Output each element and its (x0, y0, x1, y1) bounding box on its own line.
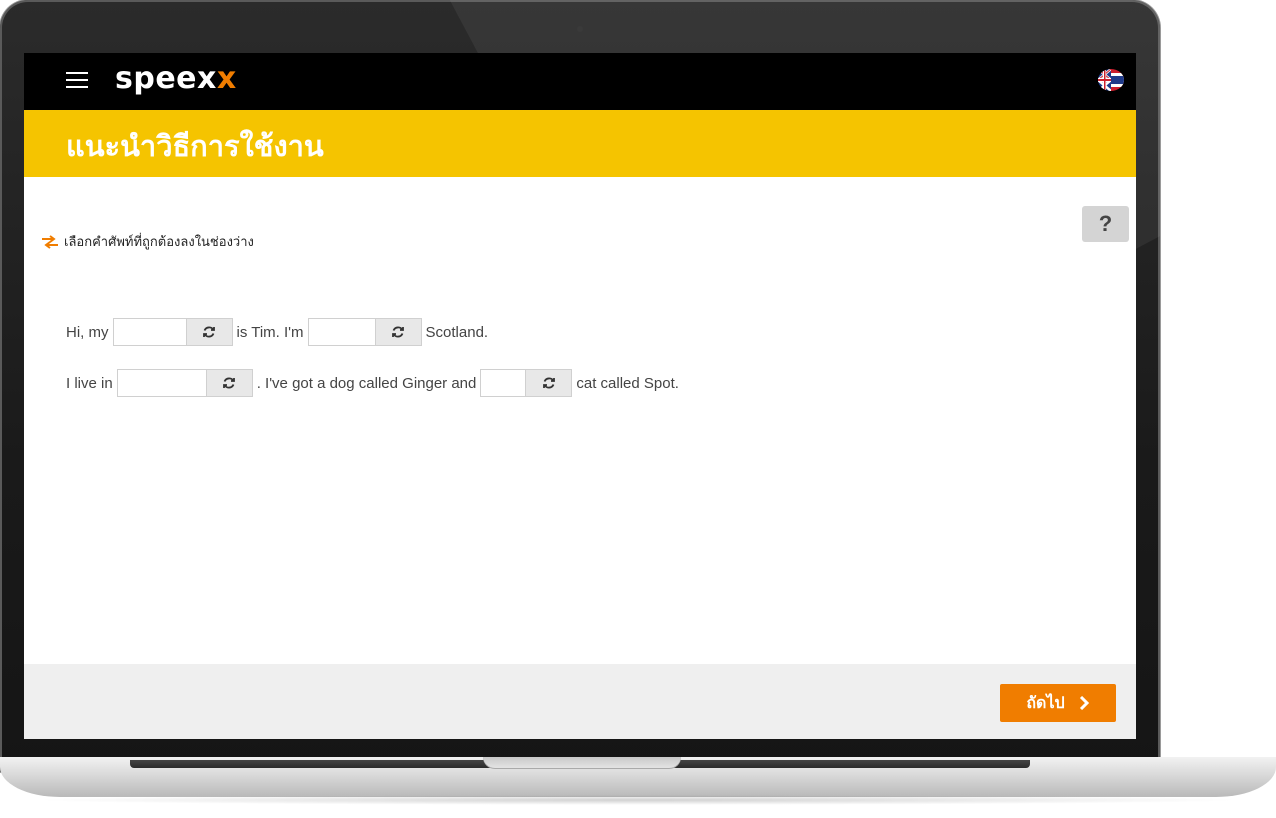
sentence-text: is Tim. I'm (236, 323, 304, 341)
hamburger-menu-icon[interactable] (66, 72, 88, 88)
sentence-line-1: Hi, my is Tim. I'm Scotland. (66, 318, 488, 346)
refresh-icon[interactable] (525, 370, 572, 396)
uk-flag-icon[interactable] (1098, 69, 1124, 91)
sentence-text: Scotland. (425, 323, 489, 341)
swap-arrows-icon (42, 234, 58, 249)
app-screen: speexx แนะนำวิธีการใช้งาน ? เลือกคำศัพท์… (24, 53, 1136, 739)
gap-field-4[interactable] (481, 370, 526, 396)
exercise-instruction: เลือกคำศัพท์ที่ถูกต้องลงในช่องว่าง (40, 231, 254, 252)
sentence-line-2: I live in . I've got a dog called Ginger… (66, 369, 679, 397)
gap-dropdown-1[interactable] (112, 318, 233, 346)
refresh-icon[interactable] (374, 319, 421, 345)
footer-bar: ถัดไป (24, 664, 1136, 739)
top-bar: speexx (24, 53, 1136, 110)
gap-dropdown-3[interactable] (116, 369, 253, 397)
gap-field-3[interactable] (117, 370, 206, 396)
gap-dropdown-2[interactable] (307, 318, 422, 346)
help-button[interactable]: ? (1082, 206, 1129, 242)
laptop-notch (483, 757, 681, 769)
refresh-icon[interactable] (205, 370, 252, 396)
chevron-right-icon (1079, 696, 1089, 710)
gap-dropdown-4[interactable] (480, 369, 573, 397)
sentence-text: Hi, my (66, 323, 109, 341)
webcam (577, 26, 583, 32)
gap-field-2[interactable] (308, 319, 375, 345)
sentence-text: cat called Spot. (576, 374, 679, 392)
page-title: แนะนำวิธีการใช้งาน (66, 129, 324, 163)
laptop-shadow (30, 795, 1246, 805)
sentence-text: I live in (66, 374, 113, 392)
sentence-text: . I've got a dog called Ginger and (256, 374, 477, 392)
gap-field-1[interactable] (113, 319, 186, 345)
next-label: ถัดไป (1026, 692, 1065, 712)
logo-accent: x (216, 61, 237, 96)
speexx-logo[interactable]: speexx (115, 61, 237, 97)
page-banner: แนะนำวิธีการใช้งาน (24, 110, 1136, 177)
instruction-text: เลือกคำศัพท์ที่ถูกต้องลงในช่องว่าง (64, 235, 254, 250)
next-button[interactable]: ถัดไป (1000, 684, 1116, 722)
logo-text: speex (115, 61, 217, 96)
refresh-icon[interactable] (185, 319, 232, 345)
